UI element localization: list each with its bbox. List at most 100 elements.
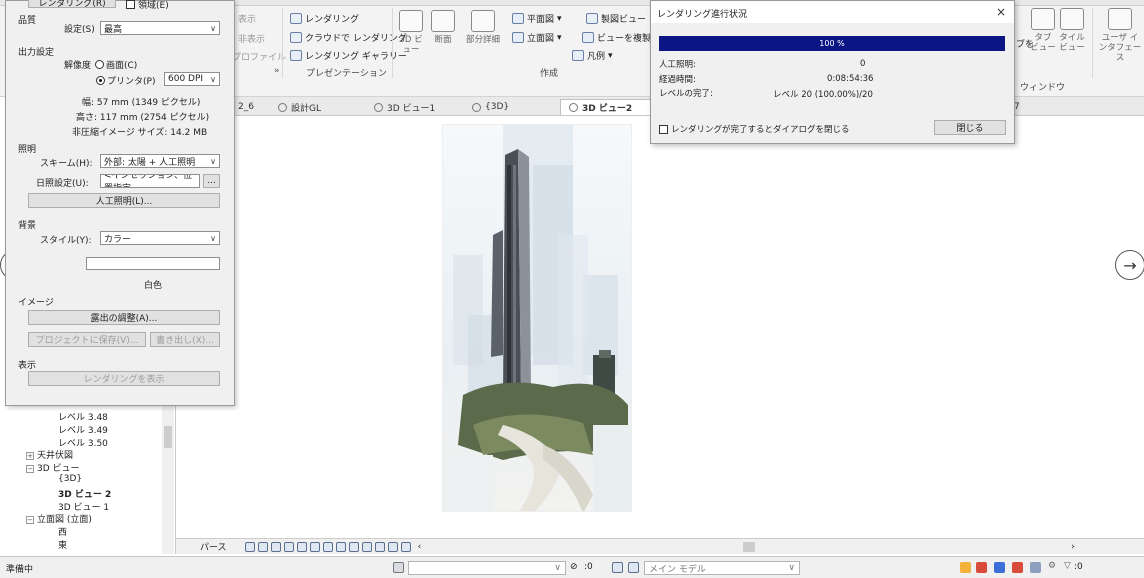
select-pinned-icon[interactable] (994, 562, 1005, 573)
analysis-icon[interactable] (374, 541, 385, 552)
rendering-button[interactable]: レンダリング (290, 12, 359, 25)
profile-button[interactable]: プロファイル (232, 50, 286, 63)
cube-icon (374, 102, 383, 112)
scrollbar-thumb[interactable] (164, 426, 172, 448)
lock-view-icon[interactable] (335, 541, 346, 552)
image-group-label: イメージ (18, 298, 54, 308)
artificial-lights-button[interactable]: 人工照明(L)... (28, 193, 220, 208)
scale-icon[interactable] (244, 541, 255, 552)
select-by-face-icon[interactable] (1012, 562, 1023, 573)
project-browser: レベル 3.48 レベル 3.49 レベル 3.50 + 天井伏図 −3D ビュー {3D}… (0, 406, 176, 554)
panel-expander-icon[interactable]: » (274, 66, 280, 76)
tree-item-label: レベル 3.48 (58, 413, 108, 423)
save-to-project-button[interactable]: プロジェクトに保存(V)... (28, 332, 146, 347)
floor-plan-button[interactable]: 平面図 ▾ (512, 12, 562, 25)
background-color-swatch[interactable] (86, 257, 220, 270)
browser-scrollbar[interactable] (162, 406, 174, 554)
tab-3d-view-1[interactable]: 3D ビュー1 (366, 99, 443, 115)
visual-style-icon[interactable] (270, 541, 281, 552)
scheme-select[interactable]: 外部: 太陽 + 人工照明 ∨ (100, 154, 220, 168)
hide-button[interactable]: 非表示 (238, 32, 265, 45)
callout-button[interactable]: 部分詳細 (462, 10, 504, 45)
browser-tree-item[interactable]: − 立面図 (立面) (26, 512, 92, 525)
browser-tree-item[interactable]: レベル 3.50 (58, 436, 108, 449)
browser-tree-item[interactable]: {3D} (58, 474, 82, 484)
design-option-select[interactable]: メイン モデル ∨ (644, 561, 800, 575)
close-button[interactable]: 閉じる (934, 120, 1006, 135)
elevation-button[interactable]: 立面図 ▾ (512, 31, 562, 44)
horizontal-scroll-thumb[interactable] (743, 541, 756, 552)
detail-level-icon[interactable] (257, 541, 268, 552)
highlight-icon[interactable] (387, 541, 398, 552)
progress-bar: 100 % (659, 36, 1005, 51)
tab-views-button[interactable]: タブ ビュー (1030, 8, 1056, 53)
select-underlay-icon[interactable] (976, 562, 987, 573)
duplicate-view-button[interactable]: ビューを複製 (582, 31, 651, 44)
drag-on-selection-icon[interactable] (1030, 562, 1041, 573)
browser-tree-item[interactable]: 3D ビュー 1 (58, 500, 109, 513)
gear-icon[interactable]: ⚙ (1048, 561, 1056, 571)
collapse-icon[interactable]: − (26, 465, 34, 474)
drafting-icon (586, 13, 598, 24)
constraints-icon[interactable] (400, 541, 411, 552)
section-button[interactable]: 断面 (430, 10, 456, 45)
rendering-gallery-button[interactable]: レンダリング ギャラリー (290, 49, 407, 62)
cube-icon (472, 102, 481, 112)
drafting-view-button[interactable]: 製図ビュー (586, 12, 646, 25)
3d-view-button[interactable]: 3D ビュー (396, 10, 426, 55)
render-dialog-icon[interactable] (309, 541, 320, 552)
browser-tree-item[interactable]: + 天井伏図 (26, 448, 73, 461)
browser-tree-item[interactable]: 東 (58, 538, 67, 551)
crop-view-icon[interactable] (322, 541, 333, 552)
scroll-right-icon[interactable]: › (1071, 542, 1075, 552)
browser-tree-item[interactable]: レベル 3.48 (58, 410, 108, 423)
temporary-hide-icon[interactable] (348, 541, 359, 552)
drawing-canvas[interactable] (176, 116, 1144, 538)
tab-view-design-gl[interactable]: 設計GL (270, 99, 329, 115)
render-button[interactable]: レンダリング(R) (28, 0, 116, 9)
workset-select[interactable]: ∨ (408, 561, 566, 575)
adjust-exposure-button[interactable]: 露出の調整(A)... (28, 310, 220, 325)
exclude-options-icon[interactable] (628, 562, 639, 573)
region-checkbox[interactable] (126, 0, 135, 9)
screen-radio[interactable] (95, 60, 105, 69)
background-style-select[interactable]: カラー ∨ (100, 231, 220, 245)
user-interface-button[interactable]: ユーザ インタフェース (1098, 8, 1142, 63)
cloud-rendering-button[interactable]: クラウドで レンダリング (290, 31, 407, 44)
rendering-dialog: レンダリング(R) 領域(E) 品質 設定(S) 最高 ∨ 出力設定 解像度 画面(… (5, 0, 235, 406)
tab-3d-default[interactable]: {3D} (464, 99, 517, 115)
scroll-left-icon[interactable]: ‹ (418, 542, 422, 552)
browser-tree-item[interactable]: 3D ビュー 2 (58, 487, 111, 500)
design-options-icon[interactable] (612, 562, 623, 573)
editable-only-icon[interactable]: ⊘ (570, 562, 578, 572)
dpi-select[interactable]: 600 DPI ∨ (164, 72, 220, 86)
status-text: 準備中 (6, 565, 34, 575)
workset-icon[interactable] (393, 562, 404, 573)
close-icon[interactable]: × (996, 5, 1006, 19)
tile-views-button[interactable]: タイル ビュー (1058, 8, 1086, 53)
quality-select[interactable]: 最高 ∨ (100, 21, 220, 35)
filter-icon[interactable]: ▽ (1064, 561, 1071, 571)
teapot-icon (290, 13, 302, 24)
auto-close-checkbox[interactable] (659, 124, 668, 134)
select-links-icon[interactable] (960, 562, 971, 573)
browser-tree-item[interactable]: 西 (58, 525, 67, 538)
sun-setting-button[interactable]: ... (203, 174, 220, 188)
printer-radio[interactable] (96, 76, 105, 85)
expand-icon[interactable]: + (26, 452, 34, 461)
shadows-icon[interactable] (296, 541, 307, 552)
browser-tree-item[interactable]: レベル 3.49 (58, 423, 108, 436)
browser-tree-item[interactable]: −3D ビュー (26, 461, 80, 474)
chevron-down-icon: ∨ (210, 23, 216, 33)
reveal-hidden-icon[interactable] (361, 541, 372, 552)
auto-close-row[interactable]: レンダリングが完了するとダイアログを閉じる (659, 123, 850, 135)
show-rendering-button[interactable]: レンダリングを表示 (28, 371, 220, 386)
collapse-icon[interactable]: − (26, 516, 34, 525)
next-arrow-button[interactable]: → (1115, 250, 1144, 280)
chevron-down-icon: ∨ (210, 233, 216, 243)
legend-button[interactable]: 凡例 ▾ (572, 49, 613, 62)
show-button[interactable]: 表示 (238, 12, 256, 25)
sun-path-icon[interactable] (283, 541, 294, 552)
export-button[interactable]: 書き出し(X)... (150, 332, 220, 347)
region-checkbox-row[interactable]: 領域(E) (126, 0, 169, 11)
